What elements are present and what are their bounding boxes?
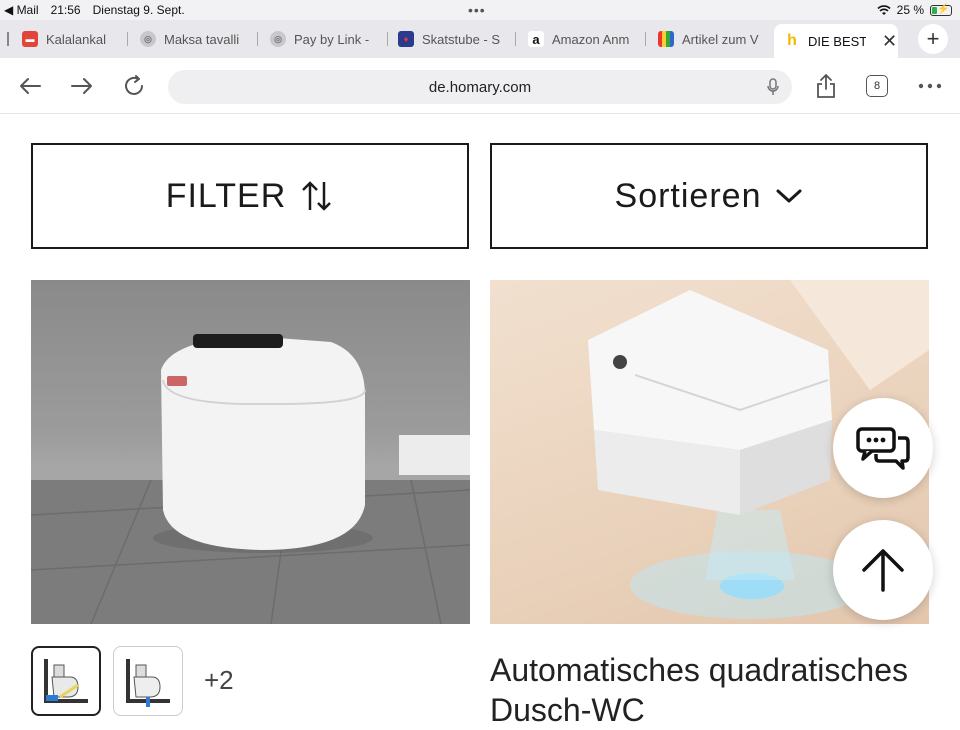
product-title[interactable]: Automatisches quadratisches Dusch-WC <box>490 650 930 730</box>
tab-label: Kalalankal <box>46 31 106 47</box>
product-thumbnail-2[interactable] <box>113 646 183 716</box>
filter-button[interactable]: FILTER <box>31 143 469 249</box>
back-button[interactable] <box>14 70 46 102</box>
tab-label: DIE BEST <box>808 33 866 49</box>
product-thumbnail-1[interactable] <box>31 646 101 716</box>
tab-homary-active[interactable]: h DIE BEST ✕ <box>774 24 898 58</box>
close-tab-icon[interactable]: ✕ <box>882 31 897 52</box>
chat-bubbles-icon <box>856 427 910 470</box>
battery-icon: ⚡ <box>930 4 952 16</box>
chevron-down-icon <box>776 189 802 203</box>
tab-label: Pay by Link - <box>294 31 370 47</box>
sort-dropdown[interactable]: Sortieren <box>490 143 928 249</box>
tv-icon <box>658 31 674 47</box>
product-image-1[interactable] <box>31 280 470 624</box>
share-button[interactable] <box>810 70 842 102</box>
forward-button[interactable] <box>66 70 98 102</box>
tab-skatstube[interactable]: ♦ Skatstube - S <box>398 24 516 54</box>
toilet-dimension-icon <box>126 659 170 707</box>
globe-icon: ◎ <box>270 31 286 47</box>
scroll-to-top-button[interactable] <box>833 520 933 620</box>
more-thumbnails-count[interactable]: +2 <box>204 665 234 696</box>
microphone-icon[interactable] <box>766 78 780 96</box>
multitasking-dots-icon[interactable]: ••• <box>468 2 486 18</box>
globe-icon: ◎ <box>140 31 156 47</box>
toilet-dimension-icon <box>44 659 88 703</box>
date: Dienstag 9. Sept. <box>92 3 185 17</box>
wifi-icon <box>877 4 891 15</box>
tab-label: Artikel zum V <box>682 31 759 47</box>
share-icon <box>817 74 835 98</box>
tab-amazon[interactable]: a Amazon Anm <box>528 24 646 54</box>
new-tab-button[interactable]: + <box>918 24 948 54</box>
tab-kalalankal[interactable]: ▬ Kalalankal <box>22 24 128 54</box>
reload-icon <box>125 75 143 95</box>
status-bar: ◀ Mail 21:56 Dienstag 9. Sept. ••• 25 % … <box>0 0 960 20</box>
back-to-app-link[interactable]: ◀ Mail <box>4 3 39 17</box>
tab-maksa[interactable]: ◎ Maksa tavalli <box>140 24 258 54</box>
chat-button[interactable] <box>833 398 933 498</box>
filter-label: FILTER <box>165 176 287 215</box>
sidebar-toggle-icon[interactable] <box>4 32 12 46</box>
more-menu-button[interactable] <box>914 70 946 102</box>
tab-label: Skatstube - S <box>422 31 501 47</box>
reload-button[interactable] <box>118 70 150 102</box>
tab-count: 8 <box>873 80 881 92</box>
tab-artikel[interactable]: Artikel zum V <box>658 24 770 54</box>
amazon-icon: a <box>528 31 544 47</box>
tab-overview-button[interactable]: 8 <box>866 75 888 97</box>
clock: 21:56 <box>50 3 81 17</box>
skatstube-icon: ♦ <box>398 31 414 47</box>
sort-arrows-icon <box>302 181 332 211</box>
homary-icon: h <box>787 32 797 49</box>
browser-toolbar: de.homary.com 8 <box>0 58 960 114</box>
smart-toilet-round-image <box>31 334 470 624</box>
sort-label: Sortieren <box>614 176 762 215</box>
arrow-up-icon <box>862 549 904 592</box>
bookmark-red-icon: ▬ <box>22 31 38 47</box>
tab-label: Amazon Anm <box>552 31 630 47</box>
arrow-left-icon <box>20 78 41 94</box>
tab-bar: ▬ Kalalankal ◎ Maksa tavalli ◎ Pay by Li… <box>0 20 960 58</box>
address-bar[interactable]: de.homary.com <box>168 70 792 104</box>
more-dots-icon <box>918 83 942 89</box>
battery-percent: 25 % <box>896 3 924 17</box>
plus-icon: + <box>926 26 940 51</box>
tab-label: Maksa tavalli <box>164 31 240 47</box>
url-text: de.homary.com <box>428 78 532 96</box>
tab-pay-by-link[interactable]: ◎ Pay by Link - <box>270 24 388 54</box>
arrow-right-icon <box>71 78 92 94</box>
